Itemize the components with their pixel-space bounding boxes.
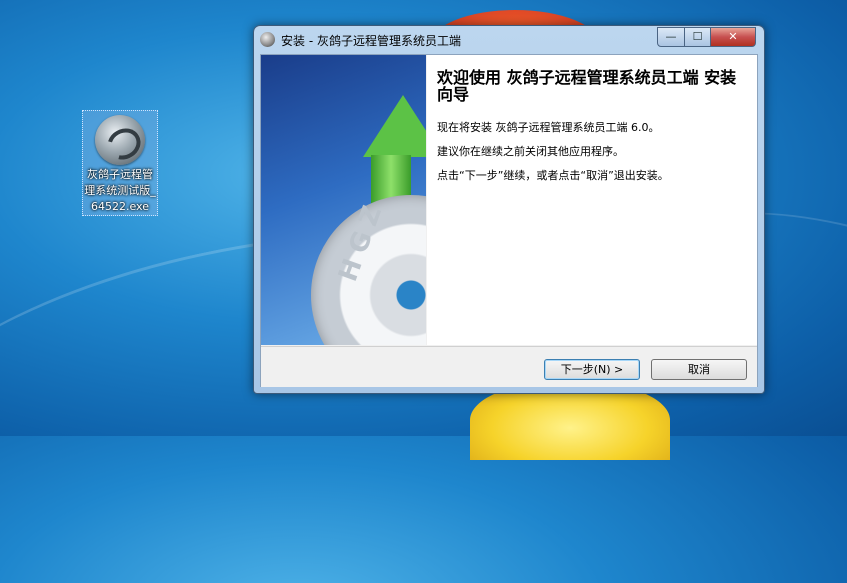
- minimize-button[interactable]: —: [657, 27, 685, 47]
- desktop-file-icon[interactable]: 灰鸽子远程管理系统测试版_64522.exe: [82, 110, 158, 216]
- maximize-button[interactable]: ☐: [684, 27, 711, 47]
- wizard-banner-image: HGZ: [261, 55, 426, 345]
- app-icon: [260, 32, 275, 47]
- cancel-button[interactable]: 取消: [651, 359, 747, 380]
- close-button[interactable]: ✕: [710, 27, 756, 47]
- installer-window: 安装 - 灰鸽子远程管理系统员工端 — ☐ ✕ HGZ 欢迎使用 灰鸽子远程管理…: [253, 25, 765, 394]
- arrow-up-icon: [363, 95, 426, 157]
- wizard-text-line: 建议你在继续之前关闭其他应用程序。: [437, 145, 624, 158]
- wizard-heading: 欢迎使用 灰鸽子远程管理系统员工端 安装向导: [437, 68, 737, 104]
- window-title: 安装 - 灰鸽子远程管理系统员工端: [281, 34, 461, 48]
- wizard-content: 欢迎使用 灰鸽子远程管理系统员工端 安装向导 现在将安装 灰鸽子远程管理系统员工…: [427, 55, 757, 345]
- wizard-body: HGZ 欢迎使用 灰鸽子远程管理系统员工端 安装向导 现在将安装 灰鸽子远程管理…: [260, 54, 758, 387]
- button-bar: 下一步(N) > 取消: [261, 346, 757, 387]
- wizard-text-line: 点击“下一步”继续，或者点击“取消”退出安装。: [437, 169, 669, 182]
- wizard-text-line: 现在将安装 灰鸽子远程管理系统员工端 6.0。: [437, 121, 660, 134]
- desktop-file-label: 灰鸽子远程管理系统测试版_64522.exe: [84, 168, 156, 213]
- pigeon-app-icon: [95, 115, 145, 165]
- title-bar[interactable]: 安装 - 灰鸽子远程管理系统员工端 — ☐ ✕: [254, 26, 764, 52]
- next-button[interactable]: 下一步(N) >: [544, 359, 640, 380]
